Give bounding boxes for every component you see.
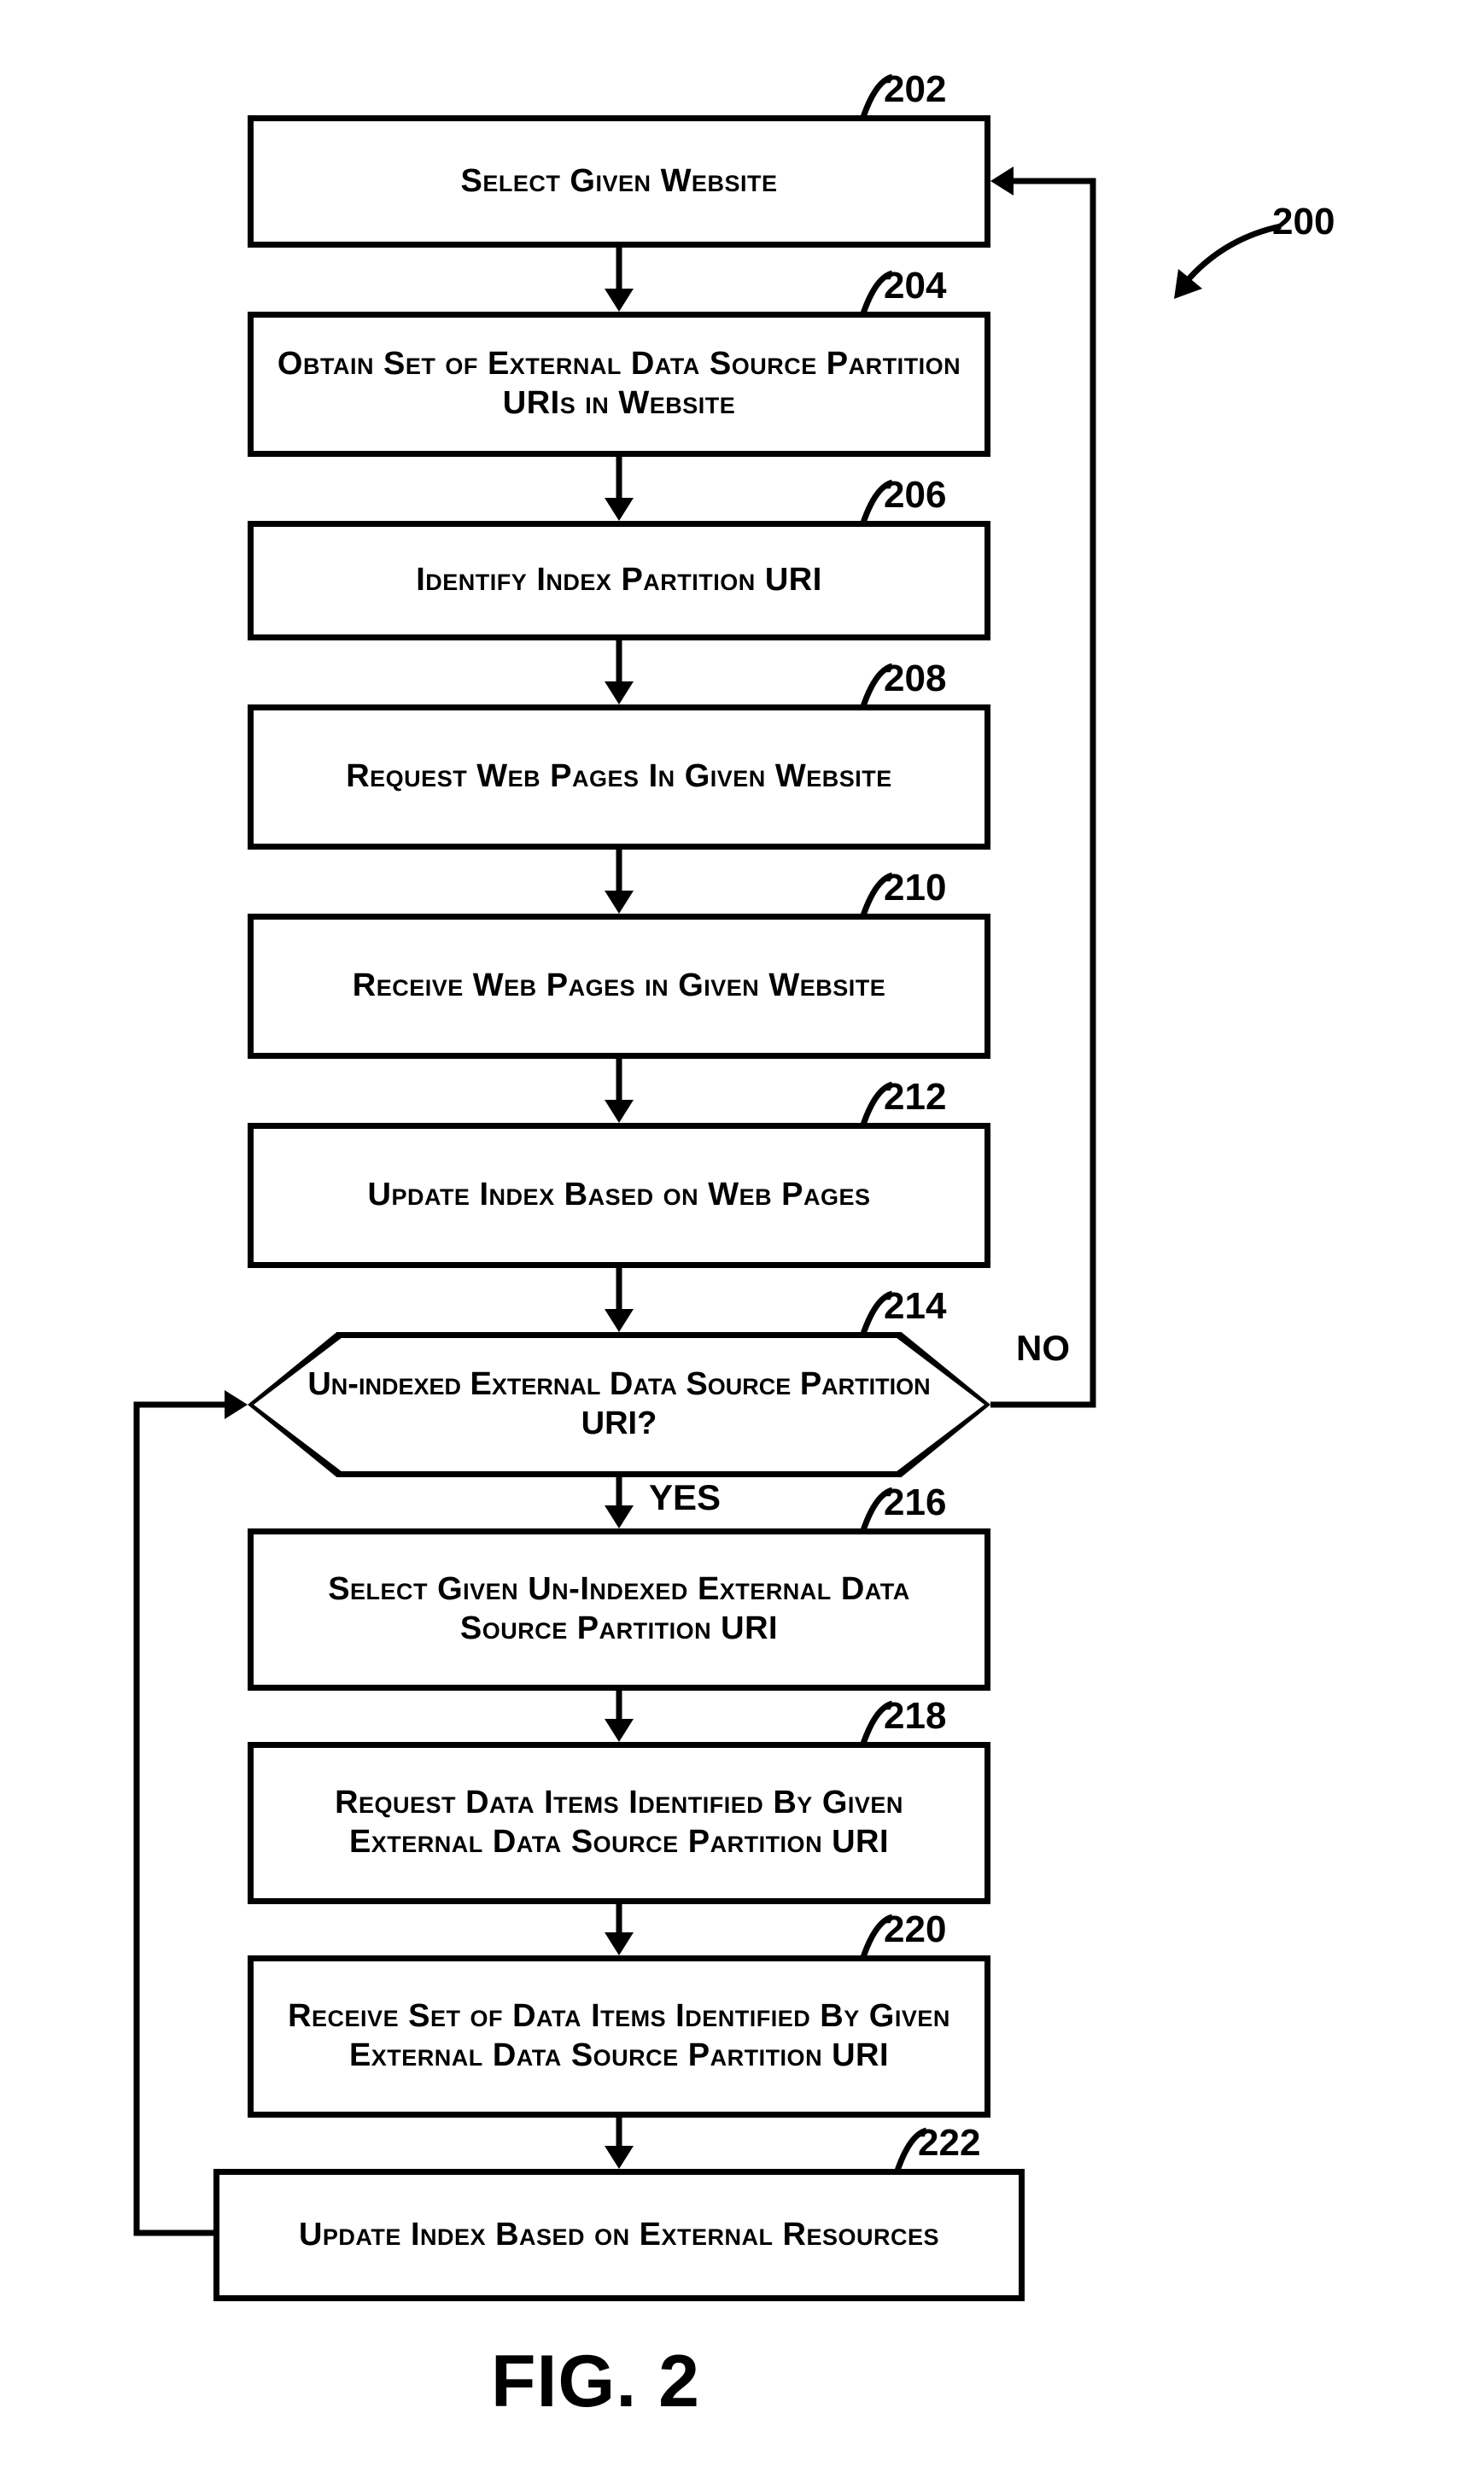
arrow-down xyxy=(598,640,640,704)
label-yes: YES xyxy=(649,1477,721,1518)
step-text: Select Given Un-Indexed External Data So… xyxy=(271,1570,967,1648)
decision-text: Un-indexed External Data Source Partitio… xyxy=(305,1365,933,1443)
no-return-arrow xyxy=(990,162,1127,1417)
arrow-down xyxy=(598,1268,640,1332)
ref-206: 206 xyxy=(884,474,946,517)
step-box-216: Select Given Un-Indexed External Data So… xyxy=(248,1528,990,1691)
step-text: Select Given Website xyxy=(461,162,778,202)
flowchart-figure: Select Given Website 202 Obtain Set of E… xyxy=(0,0,1484,2472)
arrow-down xyxy=(598,1691,640,1742)
step-box-220: Receive Set of Data Items Identified By … xyxy=(248,1955,990,2118)
step-box-212: Update Index Based on Web Pages xyxy=(248,1123,990,1268)
ref-212: 212 xyxy=(884,1076,946,1119)
ref-216: 216 xyxy=(884,1481,946,1524)
ref-200: 200 xyxy=(1272,201,1335,243)
step-box-218: Request Data Items Identified By Given E… xyxy=(248,1742,990,1904)
arrow-down xyxy=(598,457,640,521)
ref-218: 218 xyxy=(884,1695,946,1738)
ref-210: 210 xyxy=(884,867,946,909)
step-text: Update Index Based on External Resources xyxy=(299,2216,939,2255)
ref-220: 220 xyxy=(884,1908,946,1951)
ref-202: 202 xyxy=(884,68,946,111)
ref-214: 214 xyxy=(884,1285,946,1328)
step-text: Identify Index Partition URI xyxy=(416,561,822,600)
step-text: Request Data Items Identified By Given E… xyxy=(271,1784,967,1861)
ref-222: 222 xyxy=(918,2122,980,2165)
arrow-down xyxy=(598,1059,640,1123)
ref-204: 204 xyxy=(884,265,946,307)
arrow-down xyxy=(598,248,640,312)
decision-214: Un-indexed External Data Source Partitio… xyxy=(254,1338,984,1471)
figure-label: FIG. 2 xyxy=(491,2340,700,2424)
arrow-down xyxy=(598,850,640,914)
arrow-down-yes xyxy=(598,1477,640,1528)
step-text: Request Web Pages In Given Website xyxy=(346,757,892,797)
arrow-down xyxy=(598,2118,640,2169)
step-box-206: Identify Index Partition URI xyxy=(248,521,990,640)
label-no: NO xyxy=(1016,1328,1070,1369)
step-box-208: Request Web Pages In Given Website xyxy=(248,704,990,850)
step-text: Obtain Set of External Data Source Parti… xyxy=(271,345,967,423)
step-box-202: Select Given Website xyxy=(248,115,990,248)
step-text: Update Index Based on Web Pages xyxy=(368,1176,871,1215)
step-box-222: Update Index Based on External Resources xyxy=(213,2169,1025,2301)
arrow-down xyxy=(598,1904,640,1955)
step-text: Receive Web Pages in Given Website xyxy=(353,967,885,1006)
ref-208: 208 xyxy=(884,657,946,700)
ref-200-pointer xyxy=(1170,222,1289,307)
step-box-210: Receive Web Pages in Given Website xyxy=(248,914,990,1059)
step-text: Receive Set of Data Items Identified By … xyxy=(271,1997,967,2075)
step-box-204: Obtain Set of External Data Source Parti… xyxy=(248,312,990,457)
